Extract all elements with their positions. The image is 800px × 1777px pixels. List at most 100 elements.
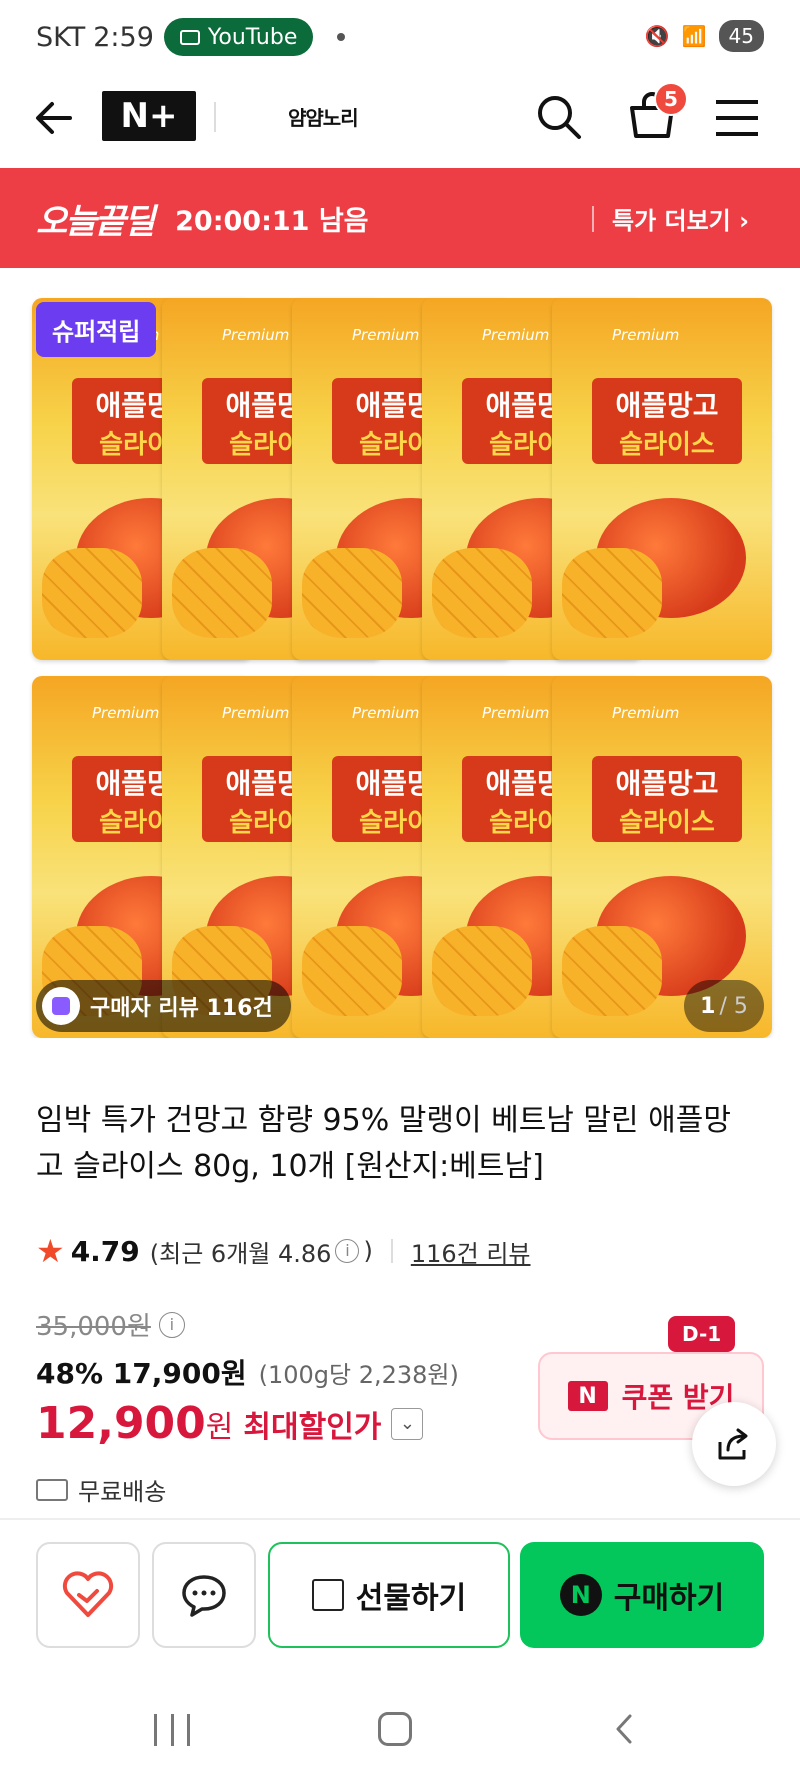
pager-current: 1 xyxy=(700,993,716,1019)
discount-price: 48% 17,900원 xyxy=(36,1357,247,1390)
back-arrow-icon[interactable] xyxy=(30,94,78,142)
pack-label: 애플망고 슬라이스 xyxy=(592,378,742,464)
notification-dot-icon xyxy=(337,33,346,41)
info-icon[interactable]: i xyxy=(158,1311,185,1338)
gift-label: 선물하기 xyxy=(355,1581,467,1616)
pack-premium-text: Premium xyxy=(92,704,160,722)
pack-premium-text: Premium xyxy=(222,326,290,344)
rating-recent-close: ) xyxy=(363,1237,373,1265)
recent-apps-icon[interactable] xyxy=(154,1714,190,1746)
deal-countdown: 20:00:11 남음 xyxy=(175,205,369,237)
wifi-icon: 📶 xyxy=(681,24,707,48)
youtube-pill-label: YouTube xyxy=(207,24,298,50)
final-price-won: 원 xyxy=(205,1409,234,1445)
mango-cubes-illustration xyxy=(302,926,402,1016)
original-price-row: 35,000원 i xyxy=(36,1306,185,1343)
nplus-label: N+ xyxy=(120,96,178,136)
pack-premium-text: Premium xyxy=(352,704,420,722)
naver-pay-icon: N xyxy=(559,1574,602,1616)
header-divider xyxy=(214,102,216,132)
chat-bubble-icon xyxy=(182,1575,226,1617)
pager-total: / 5 xyxy=(719,993,748,1019)
mango-cubes-illustration xyxy=(562,926,662,1016)
pack-premium-text: Premium xyxy=(612,704,680,722)
unit-price: (100g당 2,238원) xyxy=(258,1361,459,1389)
nav-back-icon[interactable] xyxy=(608,1712,642,1746)
home-icon[interactable] xyxy=(378,1712,412,1746)
carrier-label: SKT xyxy=(36,21,86,53)
status-icons: 🔇 📶 45 xyxy=(645,20,764,52)
d-day-badge: D-1 xyxy=(668,1316,736,1352)
store-logo[interactable]: 얌얌노리 xyxy=(288,102,359,131)
product-image-carousel[interactable]: Premium 애플망고 슬라이스 Premium 애플망고 슬라이스 Prem… xyxy=(0,268,800,1038)
pack-premium-text: Premium xyxy=(352,326,420,344)
chat-button[interactable] xyxy=(152,1542,256,1648)
mango-cubes-illustration xyxy=(562,548,662,638)
image-pager: 1 / 5 xyxy=(684,980,764,1032)
review-chip-label: 구매자 리뷰 116건 xyxy=(90,996,273,1021)
original-price: 35,000원 xyxy=(36,1312,151,1342)
max-discount-label: 최대할인가 xyxy=(243,1409,382,1445)
app-header: N+ 얌얌노리 5 xyxy=(0,74,800,168)
mango-cubes-illustration xyxy=(172,548,272,638)
review-count-link[interactable]: 116건 리뷰 xyxy=(411,1234,531,1269)
rating-row: ★ 4.79 (최근 6개월 4.86 i ) 116건 리뷰 xyxy=(36,1232,531,1270)
mango-cubes-illustration xyxy=(302,548,402,638)
pack-label: 애플망고 슬라이스 xyxy=(592,756,742,842)
hamburger-menu-icon[interactable] xyxy=(712,96,762,140)
mute-icon: 🔇 xyxy=(644,24,670,48)
rating-divider xyxy=(390,1239,393,1263)
pack-premium-text: Premium xyxy=(612,326,680,344)
buy-label: 구매하기 xyxy=(613,1581,725,1616)
heart-icon xyxy=(62,1571,114,1617)
deal-more-link[interactable]: 특가 더보기 › xyxy=(612,201,749,236)
pack-premium-text: Premium xyxy=(222,704,290,722)
info-icon[interactable]: i xyxy=(335,1239,360,1263)
search-icon[interactable] xyxy=(534,92,584,142)
nplus-logo[interactable]: N+ xyxy=(102,91,196,141)
section-divider xyxy=(0,1518,800,1520)
share-icon xyxy=(718,1428,748,1460)
wishlist-button[interactable] xyxy=(36,1542,140,1648)
today-deal-banner[interactable]: 오늘끝딜 20:00:11 남음 특가 더보기 › xyxy=(0,168,800,268)
product-title: 임박 특가 건망고 함량 95% 말랭이 베트남 말린 애플망고 슬라이스 80… xyxy=(36,1103,731,1184)
pack-premium-text: Premium xyxy=(482,326,550,344)
shipping-label: 무료배송 xyxy=(78,1478,167,1506)
gift-icon xyxy=(311,1579,344,1611)
chevron-down-icon[interactable]: ⌄ xyxy=(391,1407,424,1440)
pack-name-1: 애플망고 xyxy=(615,767,719,800)
naver-n-icon: N xyxy=(567,1381,608,1411)
rating-score: 4.79 xyxy=(70,1234,140,1268)
pack-name-2: 슬라이스 xyxy=(619,808,715,838)
discount-price-row: 48% 17,900원 (100g당 2,238원) xyxy=(36,1352,459,1392)
mango-cubes-illustration xyxy=(432,926,532,1016)
tv-icon xyxy=(179,29,200,45)
review-icon xyxy=(42,987,80,1025)
final-price: 12,900 xyxy=(36,1398,206,1449)
status-bar: SKT 2:59 YouTube 🔇 📶 45 xyxy=(0,0,800,74)
cart-count-badge: 5 xyxy=(654,82,688,116)
star-icon: ★ xyxy=(36,1232,65,1270)
youtube-pill[interactable]: YouTube xyxy=(163,18,314,56)
pack-name-1: 애플망고 xyxy=(615,389,719,422)
shipping-row: 무료배송 xyxy=(36,1472,166,1507)
deal-logo: 오늘끝딜 xyxy=(36,201,155,242)
mango-cubes-illustration xyxy=(432,548,532,638)
rating-recent: (최근 6개월 4.86 xyxy=(149,1239,332,1268)
super-reward-badge: 슈퍼적립 xyxy=(36,302,157,357)
share-button[interactable] xyxy=(692,1402,776,1486)
deal-divider xyxy=(592,206,594,232)
mango-cubes-illustration xyxy=(42,548,142,638)
max-discount-price-row[interactable]: 12,900 원 최대할인가 ⌄ xyxy=(36,1398,424,1449)
system-nav-bar xyxy=(0,1680,800,1777)
mango-pack: Premium 애플망고 슬라이스 xyxy=(552,298,772,660)
gift-button[interactable]: 선물하기 xyxy=(268,1542,510,1648)
pack-premium-text: Premium xyxy=(482,704,550,722)
clock: 2:59 xyxy=(93,21,154,53)
buyer-review-chip[interactable]: 구매자 리뷰 116건 xyxy=(36,980,291,1032)
buy-button[interactable]: N 구매하기 xyxy=(520,1542,764,1648)
store-name: 얌얌노리 xyxy=(288,106,359,130)
pack-name-2: 슬라이스 xyxy=(619,430,715,460)
truck-icon xyxy=(36,1478,68,1501)
battery-icon: 45 xyxy=(718,20,764,52)
